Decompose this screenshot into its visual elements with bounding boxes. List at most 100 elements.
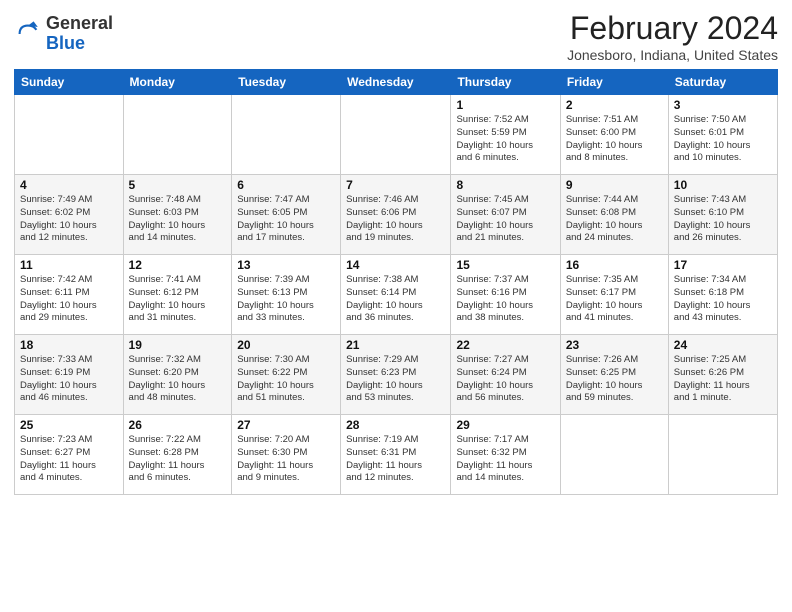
day-info: Sunrise: 7:49 AMSunset: 6:02 PMDaylight:…: [20, 194, 118, 245]
calendar-cell: 19 Sunrise: 7:32 AMSunset: 6:20 PMDayligh…: [123, 335, 232, 415]
day-number: 2: [566, 98, 663, 112]
calendar-cell: 8Sunrise: 7:45 AMSunset: 6:07 PMDaylight…: [451, 175, 560, 255]
day-number: 10: [674, 178, 772, 192]
calendar-cell: 14Sunrise: 7:38 AMSunset: 6:14 PMDayligh…: [341, 255, 451, 335]
day-info: Sunrise: 7:37 AMSunset: 6:16 PMDaylight:…: [456, 274, 554, 325]
day-info: Sunrise: 7:46 AMSunset: 6:06 PMDaylight:…: [346, 194, 445, 245]
day-number: 11: [20, 258, 118, 272]
day-info: Sunrise: 7:47 AMSunset: 6:05 PMDaylight:…: [237, 194, 335, 245]
calendar-body: 1 Sunrise: 7:52 AMSunset: 5:59 PMDaylight…: [15, 95, 778, 495]
day-info: Sunrise: 7:39 AMSunset: 6:13 PMDaylight:…: [237, 274, 335, 325]
calendar-week-4: 25 Sunrise: 7:23 AMSunset: 6:27 PMDayligh…: [15, 415, 778, 495]
calendar-cell: 23 Sunrise: 7:26 AMSunset: 6:25 PMDayligh…: [560, 335, 668, 415]
day-number: 19: [129, 338, 227, 352]
calendar-cell: [123, 95, 232, 175]
day-number: 26: [129, 418, 227, 432]
logo-icon: [14, 20, 42, 48]
day-info: Sunrise: 7:26 AMSunset: 6:25 PMDaylight:…: [566, 354, 663, 405]
day-info: Sunrise: 7:20 AMSunset: 6:30 PMDaylight:…: [237, 434, 335, 485]
day-number: 29: [456, 418, 554, 432]
day-info: Sunrise: 7:51 AMSunset: 6:00 PMDaylight:…: [566, 114, 663, 165]
calendar-cell: 2 Sunrise: 7:51 AMSunset: 6:00 PMDaylight…: [560, 95, 668, 175]
calendar-week-1: 4 Sunrise: 7:49 AMSunset: 6:02 PMDaylight…: [15, 175, 778, 255]
header-row: Sunday Monday Tuesday Wednesday Thursday…: [15, 70, 778, 95]
logo: General Blue: [14, 14, 113, 54]
day-number: 27: [237, 418, 335, 432]
day-info: Sunrise: 7:34 AMSunset: 6:18 PMDaylight:…: [674, 274, 772, 325]
day-number: 1: [456, 98, 554, 112]
day-number: 4: [20, 178, 118, 192]
calendar-cell: 7 Sunrise: 7:46 AMSunset: 6:06 PMDaylight…: [341, 175, 451, 255]
day-info: Sunrise: 7:25 AMSunset: 6:26 PMDaylight:…: [674, 354, 772, 405]
day-info: Sunrise: 7:48 AMSunset: 6:03 PMDaylight:…: [129, 194, 227, 245]
calendar-week-2: 11 Sunrise: 7:42 AMSunset: 6:11 PMDayligh…: [15, 255, 778, 335]
calendar-cell: 9Sunrise: 7:44 AMSunset: 6:08 PMDaylight…: [560, 175, 668, 255]
day-number: 17: [674, 258, 772, 272]
day-number: 9: [566, 178, 663, 192]
day-info: Sunrise: 7:17 AMSunset: 6:32 PMDaylight:…: [456, 434, 554, 485]
calendar-cell: 26Sunrise: 7:22 AMSunset: 6:28 PMDayligh…: [123, 415, 232, 495]
col-wednesday: Wednesday: [341, 70, 451, 95]
day-number: 6: [237, 178, 335, 192]
day-info: Sunrise: 7:42 AMSunset: 6:11 PMDaylight:…: [20, 274, 118, 325]
location-title: Jonesboro, Indiana, United States: [567, 47, 778, 63]
day-info: Sunrise: 7:35 AMSunset: 6:17 PMDaylight:…: [566, 274, 663, 325]
day-number: 22: [456, 338, 554, 352]
day-info: Sunrise: 7:41 AMSunset: 6:12 PMDaylight:…: [129, 274, 227, 325]
calendar: Sunday Monday Tuesday Wednesday Thursday…: [14, 69, 778, 495]
calendar-cell: [668, 415, 777, 495]
col-tuesday: Tuesday: [232, 70, 341, 95]
day-number: 3: [674, 98, 772, 112]
day-number: 20: [237, 338, 335, 352]
day-number: 15: [456, 258, 554, 272]
day-info: Sunrise: 7:52 AMSunset: 5:59 PMDaylight:…: [456, 114, 554, 165]
page: General Blue February 2024 Jonesboro, In…: [0, 0, 792, 505]
col-saturday: Saturday: [668, 70, 777, 95]
calendar-cell: 15 Sunrise: 7:37 AMSunset: 6:16 PMDayligh…: [451, 255, 560, 335]
calendar-cell: 20Sunrise: 7:30 AMSunset: 6:22 PMDayligh…: [232, 335, 341, 415]
calendar-cell: 13Sunrise: 7:39 AMSunset: 6:13 PMDayligh…: [232, 255, 341, 335]
day-info: Sunrise: 7:23 AMSunset: 6:27 PMDaylight:…: [20, 434, 118, 485]
header: General Blue February 2024 Jonesboro, In…: [14, 10, 778, 63]
calendar-cell: 25 Sunrise: 7:23 AMSunset: 6:27 PMDayligh…: [15, 415, 124, 495]
day-number: 5: [129, 178, 227, 192]
calendar-cell: 3Sunrise: 7:50 AMSunset: 6:01 PMDaylight…: [668, 95, 777, 175]
calendar-cell: [341, 95, 451, 175]
calendar-cell: 18 Sunrise: 7:33 AMSunset: 6:19 PMDayligh…: [15, 335, 124, 415]
calendar-cell: [232, 95, 341, 175]
calendar-cell: 28Sunrise: 7:19 AMSunset: 6:31 PMDayligh…: [341, 415, 451, 495]
day-info: Sunrise: 7:32 AMSunset: 6:20 PMDaylight:…: [129, 354, 227, 405]
day-number: 24: [674, 338, 772, 352]
calendar-cell: 12 Sunrise: 7:41 AMSunset: 6:12 PMDayligh…: [123, 255, 232, 335]
calendar-cell: 21Sunrise: 7:29 AMSunset: 6:23 PMDayligh…: [341, 335, 451, 415]
calendar-cell: 29 Sunrise: 7:17 AMSunset: 6:32 PMDayligh…: [451, 415, 560, 495]
calendar-cell: 27 Sunrise: 7:20 AMSunset: 6:30 PMDayligh…: [232, 415, 341, 495]
calendar-week-0: 1 Sunrise: 7:52 AMSunset: 5:59 PMDaylight…: [15, 95, 778, 175]
logo-text: General Blue: [46, 14, 113, 54]
col-sunday: Sunday: [15, 70, 124, 95]
calendar-cell: 16 Sunrise: 7:35 AMSunset: 6:17 PMDayligh…: [560, 255, 668, 335]
calendar-cell: [15, 95, 124, 175]
day-number: 21: [346, 338, 445, 352]
day-info: Sunrise: 7:19 AMSunset: 6:31 PMDaylight:…: [346, 434, 445, 485]
day-number: 7: [346, 178, 445, 192]
calendar-cell: 6 Sunrise: 7:47 AMSunset: 6:05 PMDaylight…: [232, 175, 341, 255]
logo-general: General: [46, 13, 113, 33]
col-thursday: Thursday: [451, 70, 560, 95]
calendar-cell: 24 Sunrise: 7:25 AMSunset: 6:26 PMDayligh…: [668, 335, 777, 415]
logo-blue: Blue: [46, 33, 85, 53]
day-number: 16: [566, 258, 663, 272]
day-info: Sunrise: 7:33 AMSunset: 6:19 PMDaylight:…: [20, 354, 118, 405]
day-number: 18: [20, 338, 118, 352]
day-number: 8: [456, 178, 554, 192]
title-area: February 2024 Jonesboro, Indiana, United…: [567, 10, 778, 63]
col-friday: Friday: [560, 70, 668, 95]
calendar-header: Sunday Monday Tuesday Wednesday Thursday…: [15, 70, 778, 95]
calendar-cell: 5 Sunrise: 7:48 AMSunset: 6:03 PMDaylight…: [123, 175, 232, 255]
day-number: 23: [566, 338, 663, 352]
calendar-cell: 1 Sunrise: 7:52 AMSunset: 5:59 PMDaylight…: [451, 95, 560, 175]
calendar-cell: 17 Sunrise: 7:34 AMSunset: 6:18 PMDayligh…: [668, 255, 777, 335]
day-info: Sunrise: 7:27 AMSunset: 6:24 PMDaylight:…: [456, 354, 554, 405]
day-number: 12: [129, 258, 227, 272]
day-number: 25: [20, 418, 118, 432]
